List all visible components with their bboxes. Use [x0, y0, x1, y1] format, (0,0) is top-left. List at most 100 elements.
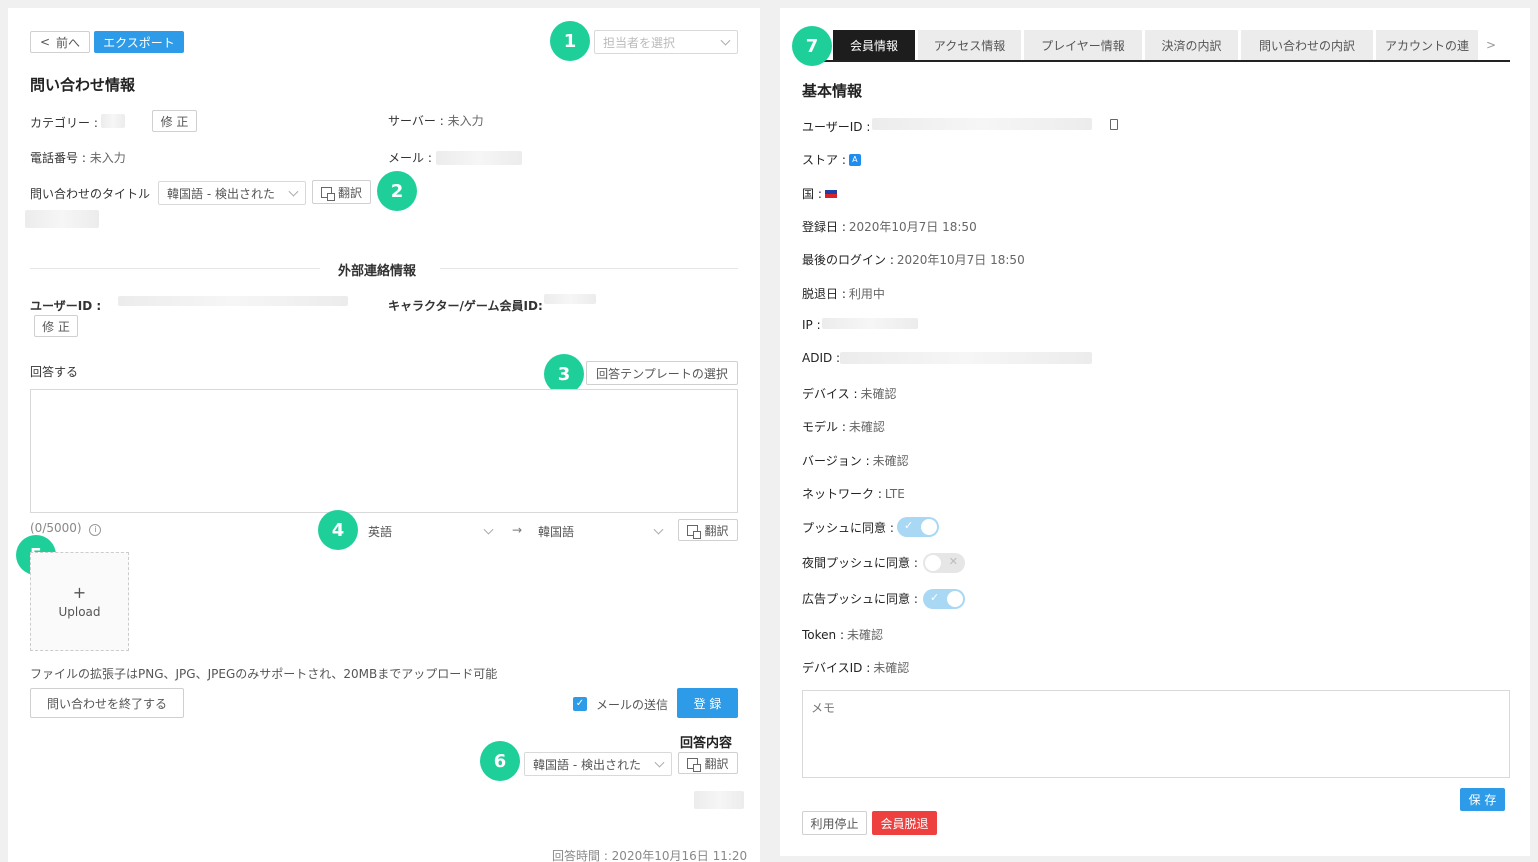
chevron-down-icon — [653, 524, 664, 535]
chevron-down-icon — [288, 186, 299, 197]
send-mail-label: メールの送信 — [596, 698, 669, 712]
user-id-redacted — [872, 118, 1092, 130]
annotation-badge-7: 7 — [792, 26, 832, 66]
version-row: バージョン : 未確認 — [802, 454, 909, 468]
external-contact-title: 外部連絡情報 — [338, 264, 417, 279]
flag-icon — [824, 189, 837, 198]
upload-area[interactable]: + Upload — [30, 552, 129, 651]
ip-row: IP : — [802, 318, 821, 332]
country-row: 国 : — [802, 185, 837, 202]
tab-inquiry-history[interactable]: 問い合わせの内訳 — [1241, 30, 1373, 60]
reply-time: 回答時間 : 2020年10月16日 11:20 — [552, 849, 748, 862]
plus-icon: + — [72, 582, 87, 602]
reply-content-redacted — [694, 791, 744, 809]
file-format-note: ファイルの拡張子はPNG、JPG、JPEGのみサポートされ、20MBまでアップロ… — [30, 667, 498, 681]
export-button[interactable]: エクスポート — [94, 31, 184, 53]
chevron-left-icon: < — [39, 35, 51, 49]
tab-player-info[interactable]: プレイヤー情報 — [1024, 30, 1142, 60]
source-language-select[interactable]: 英語 — [360, 519, 500, 543]
character-id-redacted — [544, 294, 596, 304]
suspend-button[interactable]: 利用停止 — [802, 811, 867, 835]
basic-info-title: 基本情報 — [802, 82, 863, 100]
last-login-row: 最後のログイン : 2020年10月7日 18:50 — [802, 253, 1025, 267]
reply-content-language-select[interactable]: 韓国語 - 検出された — [524, 752, 672, 776]
mail-value-redacted — [436, 151, 522, 165]
info-icon: i — [89, 524, 102, 536]
close-inquiry-button[interactable]: 問い合わせを終了する — [30, 688, 184, 718]
adid-redacted — [840, 352, 1092, 364]
token-row: Token : 未確認 — [802, 627, 884, 643]
category-value-redacted — [101, 114, 125, 128]
ip-redacted — [822, 318, 918, 329]
reply-content-translate-button[interactable]: 翻訳 — [678, 752, 738, 774]
device-id-row: デバイスID : 未確認 — [802, 661, 910, 675]
annotation-badge-4: 4 — [318, 510, 358, 550]
inquiry-section-title: 問い合わせ情報 — [30, 76, 136, 94]
title-language-select[interactable]: 韓国語 - 検出された — [158, 181, 306, 205]
send-mail-checkbox[interactable]: ✓ — [573, 697, 587, 711]
mail-label: メール : — [388, 151, 432, 165]
ad-push-consent-label: 広告プッシュに同意 : — [802, 592, 918, 606]
annotation-badge-3: 3 — [544, 354, 584, 394]
device-row: デバイス : 未確認 — [802, 387, 897, 401]
translate-icon — [687, 757, 702, 772]
inquiry-title-value-redacted — [25, 210, 99, 228]
store-row: ストア : A — [802, 151, 861, 168]
title-translate-button[interactable]: 翻訳 — [312, 180, 371, 204]
category-label: カテゴリー : — [30, 116, 98, 130]
save-button[interactable]: 保 存 — [1460, 788, 1505, 811]
user-id-row: ユーザーID : — [802, 120, 871, 134]
copy-icon[interactable] — [1110, 119, 1118, 130]
member-panel: 会員情報 アクセス情報 プレイヤー情報 決済の内訳 問い合わせの内訳 アカウント… — [780, 8, 1530, 856]
assignee-select[interactable]: 担当者を選択 — [594, 30, 738, 54]
annotation-badge-2: 2 — [377, 171, 417, 211]
reply-label: 回答する — [30, 365, 79, 379]
ad-push-consent-toggle[interactable]: ✓ — [923, 589, 965, 609]
server-field: サーバー : 未入力 — [388, 114, 484, 128]
app-store-icon: A — [848, 153, 861, 166]
tab-account-link[interactable]: アカウントの連 — [1376, 30, 1478, 60]
target-language-select[interactable]: 韓国語 — [530, 519, 670, 543]
check-icon: ✓ — [904, 519, 914, 532]
tab-access-info[interactable]: アクセス情報 — [918, 30, 1021, 60]
reply-textarea[interactable] — [30, 389, 738, 513]
arrow-right-icon: → — [512, 523, 523, 537]
night-push-consent-toggle[interactable]: ✕ — [923, 553, 965, 573]
push-consent-toggle[interactable]: ✓ — [897, 517, 939, 537]
reply-content-title: 回答内容 — [680, 736, 733, 751]
registered-row: 登録日 : 2020年10月7日 18:50 — [802, 220, 977, 234]
external-user-id-label: ユーザーID : — [30, 299, 102, 313]
inquiry-title-label: 問い合わせのタイトル — [30, 187, 151, 201]
divider — [30, 268, 320, 269]
reply-translate-button[interactable]: 翻訳 — [678, 519, 738, 541]
network-row: ネットワーク : LTE — [802, 486, 905, 502]
external-user-id-redacted — [118, 296, 348, 306]
chevron-right-icon[interactable]: > — [1486, 38, 1496, 52]
category-edit-button[interactable]: 修 正 — [152, 110, 197, 132]
char-counter: (0/5000) i — [30, 521, 102, 536]
translate-icon — [687, 524, 702, 539]
chevron-down-icon — [720, 35, 731, 46]
chevron-down-icon — [654, 757, 665, 768]
tab-payment-history[interactable]: 決済の内訳 — [1145, 30, 1238, 60]
model-row: モデル : 未確認 — [802, 420, 885, 434]
tab-underline — [802, 60, 1510, 62]
divider — [440, 268, 738, 269]
user-id-edit-button[interactable]: 修 正 — [34, 315, 78, 337]
withdraw-member-button[interactable]: 会員脱退 — [872, 811, 937, 835]
phone-field: 電話番号 : 未入力 — [30, 151, 126, 165]
close-icon: ✕ — [948, 555, 958, 568]
push-consent-label: プッシュに同意 : — [802, 521, 894, 535]
annotation-badge-1: 1 — [550, 21, 590, 61]
back-button[interactable]: < 前へ — [30, 31, 90, 53]
translate-icon — [320, 186, 335, 201]
night-push-consent-label: 夜間プッシュに同意 : — [802, 556, 918, 570]
check-icon: ✓ — [930, 591, 940, 604]
register-button[interactable]: 登 録 — [677, 688, 738, 718]
inquiry-panel: < 前へ エクスポート 1 担当者を選択 問い合わせ情報 カテゴリー : 修 正… — [8, 8, 760, 862]
character-id-label: キャラクター/ゲーム会員ID: — [388, 299, 543, 313]
adid-row: ADID : — [802, 351, 841, 365]
memo-textarea[interactable] — [802, 690, 1510, 778]
reply-template-button[interactable]: 回答テンプレートの選択 — [586, 361, 738, 385]
tab-member-info[interactable]: 会員情報 — [833, 30, 915, 60]
